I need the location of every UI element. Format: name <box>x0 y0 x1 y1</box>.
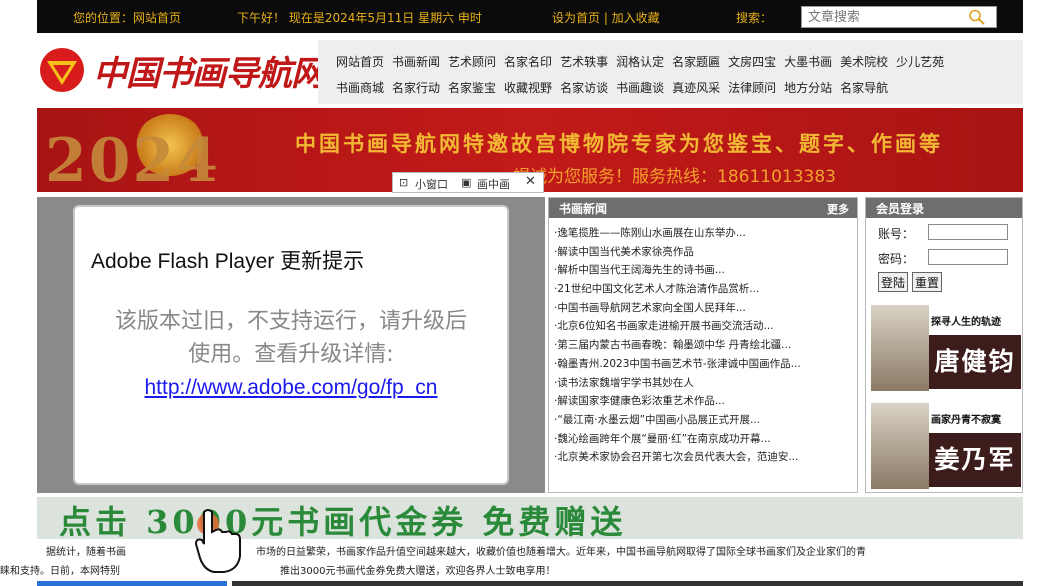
top-bar: 您的位置：网站首页 下午好！ 现在是2024年5月11日 星期六 申时 设为首页… <box>37 0 1023 33</box>
news-item[interactable]: ·解析中国当代王阔海先生的诗书画... <box>554 262 852 281</box>
footer-line-2b: 推出3000元书画代金券免费大赠送，欢迎各界人士致电享用！ <box>280 566 556 577</box>
hand-pointer-icon <box>194 509 241 573</box>
artist-photo <box>871 305 929 391</box>
bottom-accent-bar <box>37 581 227 586</box>
news-item[interactable]: ·中国书画导航网艺术家向全国人民拜年... <box>554 300 852 319</box>
promo-caption: 探寻人生的轨迹 <box>931 317 1001 328</box>
news-item[interactable]: ·北京6位知名书画家走进榆开展书画交流活动... <box>554 318 852 337</box>
member-header: 会员登录 <box>866 198 1022 218</box>
news-item[interactable]: ·魏沁绘画跨年个展“曼丽·红”在南京成功开幕... <box>554 431 852 450</box>
menu-item[interactable]: 润格认定 <box>616 55 664 69</box>
artist-name: 唐健钧 <box>929 335 1021 389</box>
logo-text: 中国书画导航网 <box>93 54 325 94</box>
artist-photo <box>871 403 929 489</box>
menu-item[interactable]: 少儿艺苑 <box>896 55 944 69</box>
location-text: 您的位置：网站首页 <box>73 11 182 25</box>
banner-subtitle: 竭诚为您服务！服务热线：18611013383 <box>513 167 836 187</box>
footer-line-1a: 据统计，随着书画 <box>46 547 126 558</box>
password-label: 密码： <box>878 252 915 266</box>
login-button[interactable]: 登陆 <box>878 272 909 292</box>
flash-update-notice: Adobe Flash Player 更新提示 该版本过旧，不支持运行，请升级后… <box>73 205 509 485</box>
news-list: ·逸笔揽胜——陈刚山水画展在山东举办... ·解读中国当代美术家徐亮作品 ·解析中国… <box>554 225 852 468</box>
reset-button[interactable]: 重置 <box>912 272 943 292</box>
member-panel: 会员登录 账号： 密码： 登陆 重置 探寻人生的轨迹 唐健钧 画家丹青不寂寞 姜… <box>865 197 1023 493</box>
search-label: 搜索： <box>736 11 773 25</box>
news-item[interactable]: ·翰墨青州.2023中国书画艺术节-张津诚中国画作品... <box>554 356 852 375</box>
menu-item[interactable]: 名家名印 <box>504 55 552 69</box>
promo-caption: 画家丹青不寂寞 <box>931 415 1001 426</box>
menu-item[interactable]: 艺术顾问 <box>448 55 496 69</box>
news-item[interactable]: ·逸笔揽胜——陈刚山水画展在山东举办... <box>554 225 852 244</box>
flash-title: Adobe Flash Player 更新提示 <box>91 250 365 273</box>
search-icon[interactable] <box>968 9 986 25</box>
pip-button[interactable]: 画中画 <box>477 176 510 192</box>
menu-item[interactable]: 大墨书画 <box>784 55 832 69</box>
menu-item[interactable]: 名家导航 <box>840 81 888 95</box>
home-favorite-links[interactable]: 设为首页 | 加入收藏 <box>552 9 660 26</box>
video-popout-controls: ⊡ 小窗口 ▣ 画中画 ✕ <box>392 172 544 193</box>
site-logo[interactable]: 中国书画导航网 <box>37 45 325 95</box>
news-item[interactable]: ·解读中国当代美术家徐亮作品 <box>554 244 852 263</box>
artist-promo-1[interactable]: 探寻人生的轨迹 唐健钧 <box>869 305 1021 393</box>
bottom-dark-bar <box>232 581 1023 586</box>
flash-upgrade-link[interactable]: http://www.adobe.com/go/fp_cn <box>75 371 507 404</box>
menu-item[interactable]: 书画趣谈 <box>616 81 664 95</box>
member-login-title: 会员登录 <box>876 202 925 216</box>
footer-line-1b: 市场的日益繁荣，书画家作品升值空间越来越大，收藏价值也随着增大。近年来，中国书画… <box>256 547 866 558</box>
menu-item[interactable]: 名家访谈 <box>560 81 608 95</box>
close-icon[interactable]: ✕ <box>525 174 536 189</box>
menu-item[interactable]: 法律顾问 <box>728 81 776 95</box>
news-item[interactable]: ·21世纪中国文化艺术人才陈治清作品赏析... <box>554 281 852 300</box>
menu-row-2: 书画商城 名家行动 名家鉴宝 收藏视野 名家访谈 书画趣谈 真迹风采 法律顾问 地方分站 名家导航 <box>336 79 896 96</box>
search-box <box>801 6 997 28</box>
menu-item[interactable]: 真迹风采 <box>672 81 720 95</box>
menu-item[interactable]: 名家行动 <box>392 81 440 95</box>
menu-item[interactable]: 名家鉴宝 <box>448 81 496 95</box>
menu-item[interactable]: 文房四宝 <box>728 55 776 69</box>
menu-row-1: 网站首页 书画新闻 艺术顾问 名家名印 艺术轶事 润格认定 名家题匾 文房四宝 大墨书画 美术院校… <box>336 53 952 70</box>
account-input[interactable] <box>928 224 1008 240</box>
banner-year: 2024 <box>45 126 220 192</box>
artist-promo-2[interactable]: 画家丹青不寂寞 姜乃军 <box>869 403 1021 491</box>
account-label: 账号： <box>878 227 915 241</box>
search-input[interactable] <box>802 7 962 27</box>
small-window-icon[interactable]: ⊡ <box>399 176 408 189</box>
menu-item[interactable]: 地方分站 <box>784 81 832 95</box>
menu-item[interactable]: 书画商城 <box>336 81 384 95</box>
small-window-button[interactable]: 小窗口 <box>415 176 448 192</box>
news-header: 书画新闻 更多 <box>549 198 857 218</box>
pip-icon[interactable]: ▣ <box>461 176 471 189</box>
menu-item[interactable]: 艺术轶事 <box>560 55 608 69</box>
main-menu: 网站首页 书画新闻 艺术顾问 名家名印 艺术轶事 润格认定 名家题匾 文房四宝 大墨书画 美术院校… <box>318 40 1023 104</box>
news-item[interactable]: ·第三届内蒙古书画春晚：翰墨颂中华 丹青绘北疆... <box>554 337 852 356</box>
voucher-strip[interactable]: 点击 3000元书画代金券 免费赠送 <box>37 497 1023 541</box>
flash-line-2: 使用。查看升级详情: <box>188 342 394 367</box>
logo-mark-icon <box>40 48 84 92</box>
menu-item[interactable]: 收藏视野 <box>504 81 552 95</box>
flash-message: 该版本过旧，不支持运行，请升级后 使用。查看升级详情: http://www.a… <box>75 305 507 404</box>
news-item[interactable]: ·“最江南·水墨云烟”中国画小品展正式开展... <box>554 412 852 431</box>
news-panel: 书画新闻 更多 ·逸笔揽胜——陈刚山水画展在山东举办... ·解读中国当代美术家徐… <box>548 197 858 493</box>
menu-item[interactable]: 网站首页 <box>336 55 384 69</box>
news-title: 书画新闻 <box>559 202 608 216</box>
greeting-datetime: 下午好！ 现在是2024年5月11日 星期六 申时 <box>237 11 482 25</box>
menu-item[interactable]: 书画新闻 <box>392 55 440 69</box>
news-more-link[interactable]: 更多 <box>827 201 849 217</box>
flash-player-area: Adobe Flash Player 更新提示 该版本过旧，不支持运行，请升级后… <box>37 197 545 493</box>
password-input[interactable] <box>928 249 1008 265</box>
news-item[interactable]: ·解读国家李健康色彩浓重艺术作品... <box>554 393 852 412</box>
banner-title: 中国书画导航网特邀故宫博物院专家为您鉴宝、题字、作画等 <box>295 131 943 156</box>
artist-name: 姜乃军 <box>929 433 1021 487</box>
news-item[interactable]: ·读书法家魏增宇学书其妙在人 <box>554 375 852 394</box>
news-item[interactable]: ·北京美术家协会召开第七次会员代表大会，范迪安... <box>554 449 852 468</box>
flash-line-1: 该版本过旧，不支持运行，请升级后 <box>114 309 467 334</box>
menu-item[interactable]: 名家题匾 <box>672 55 720 69</box>
footer-line-2a: 睐和支持。日前，本网特别 <box>0 566 120 577</box>
menu-item[interactable]: 美术院校 <box>840 55 888 69</box>
voucher-strip-text: 点击 3000元书画代金券 免费赠送 <box>59 503 627 541</box>
